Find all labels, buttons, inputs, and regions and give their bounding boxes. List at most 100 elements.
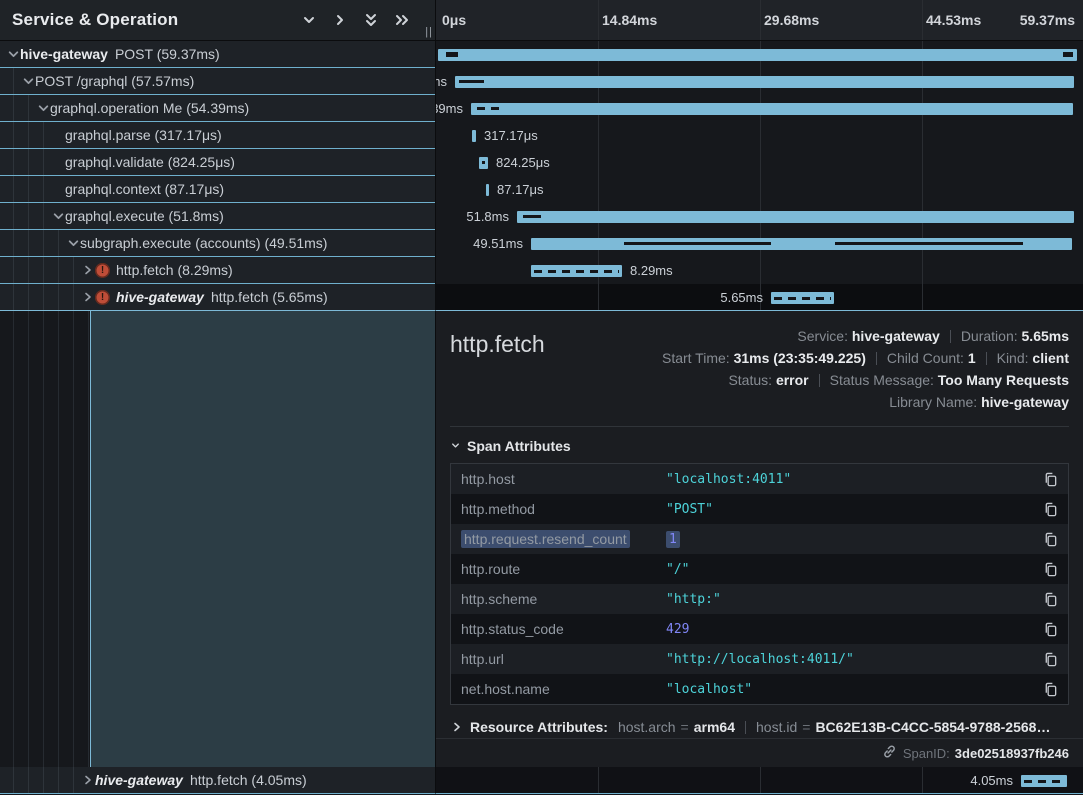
copy-icon[interactable] — [1038, 532, 1058, 547]
panel-resize-handle[interactable]: || — [425, 26, 433, 38]
span-name-cell[interactable]: graphql.operation Me (54.39ms) — [0, 95, 435, 122]
span-bar[interactable] — [471, 103, 1073, 115]
indent-guides — [0, 122, 51, 148]
span-name-cell[interactable]: graphql.parse (317.17μs) — [0, 122, 435, 149]
attribute-row[interactable]: http.method"POST" — [451, 494, 1068, 524]
copy-icon[interactable] — [1038, 562, 1058, 577]
span-bar[interactable] — [472, 130, 476, 142]
span-name-cell[interactable]: graphql.context (87.17μs) — [0, 176, 435, 203]
resource-value: BC62E13B-C4CC-5854-9788-2568… — [815, 719, 1050, 735]
resource-key: host.id — [756, 719, 797, 735]
chevron-down-icon[interactable] — [66, 238, 80, 249]
axis-gridline — [760, 0, 761, 40]
span-bar[interactable] — [438, 49, 1077, 61]
span-row[interactable]: !hive-gatewayhttp.fetch (5.65ms)5.65ms — [0, 284, 1083, 311]
copy-icon[interactable] — [1038, 472, 1058, 487]
attribute-row[interactable]: http.route"/" — [451, 554, 1068, 584]
attribute-row[interactable]: net.host.name"localhost" — [451, 674, 1068, 704]
span-timeline-cell[interactable]: 317.17μs — [435, 122, 1083, 149]
span-timeline-cell[interactable]: 8.29ms — [435, 257, 1083, 284]
service-name: hive-gateway — [20, 46, 108, 62]
span-bar[interactable] — [517, 211, 1074, 223]
span-row[interactable]: hive-gatewayhttp.fetch (4.05ms) 4.05ms — [0, 767, 1083, 794]
meta-value: 31ms (23:35:49.225) — [734, 350, 866, 366]
span-label: graphql.operation Me (54.39ms) — [50, 100, 249, 116]
span-row[interactable]: POST /graphql (57.57ms)57.57ms — [0, 68, 1083, 95]
attribute-value: "http://localhost:4011/" — [666, 652, 1038, 667]
span-row[interactable]: graphql.validate (824.25μs)824.25μs — [0, 149, 1083, 176]
copy-icon[interactable] — [1038, 652, 1058, 667]
span-timeline-cell[interactable]: 54.39ms — [435, 95, 1083, 122]
span-timeline-cell[interactable]: 87.17μs — [435, 176, 1083, 203]
span-row[interactable]: graphql.operation Me (54.39ms) 54.39ms — [0, 95, 1083, 122]
span-name-cell[interactable]: graphql.validate (824.25μs) — [0, 149, 435, 176]
resource-attributes-label[interactable]: Resource Attributes: — [470, 719, 608, 735]
span-timeline-cell[interactable]: 49.51ms — [435, 230, 1083, 257]
chevron-down-icon[interactable] — [21, 76, 35, 87]
copy-icon[interactable] — [1038, 682, 1058, 697]
meta-value: error — [776, 372, 809, 388]
meta-separator — [950, 330, 951, 343]
timeline-gridline — [598, 176, 599, 203]
span-row[interactable]: hive-gatewayPOST (59.37ms)59.37ms — [0, 41, 1083, 68]
link-icon[interactable] — [882, 744, 903, 762]
axis-tick-label: 44.53ms — [926, 0, 981, 40]
chevron-right-icon[interactable] — [450, 722, 464, 732]
span-row[interactable]: graphql.context (87.17μs)87.17μs — [0, 176, 1083, 203]
attribute-row[interactable]: http.url"http://localhost:4011/" — [451, 644, 1068, 674]
span-name-cell[interactable]: !hive-gatewayhttp.fetch (5.65ms) — [0, 284, 435, 311]
span-name-cell[interactable]: hive-gatewayhttp.fetch (4.05ms) — [0, 767, 435, 794]
span-name-cell[interactable]: !http.fetch (8.29ms) — [0, 257, 435, 284]
chevron-right-icon[interactable] — [81, 292, 95, 302]
span-row[interactable]: !http.fetch (8.29ms)8.29ms — [0, 257, 1083, 284]
copy-icon[interactable] — [1038, 592, 1058, 607]
attribute-row[interactable]: http.request.resend_count1 — [451, 524, 1068, 554]
chevron-right-icon[interactable] — [81, 775, 95, 785]
equals-sign: = — [681, 719, 689, 735]
chevron-right-icon[interactable] — [81, 265, 95, 275]
span-row[interactable]: graphql.parse (317.17μs)317.17μs — [0, 122, 1083, 149]
chevron-right-icon[interactable] — [331, 11, 349, 29]
span-timeline-cell[interactable]: 51.8ms — [435, 203, 1083, 230]
span-name-cell[interactable]: POST /graphql (57.57ms) — [0, 68, 435, 95]
span-name-cell[interactable]: hive-gatewayPOST (59.37ms) — [0, 41, 435, 68]
span-timeline-cell[interactable]: 57.57ms — [435, 68, 1083, 95]
chevron-down-icon[interactable] — [6, 49, 20, 60]
span-bar[interactable] — [486, 184, 489, 196]
span-name-cell[interactable]: subgraph.execute (accounts) (49.51ms) — [0, 230, 435, 257]
chevron-down-icon[interactable] — [300, 11, 318, 29]
timeline-gridline — [922, 122, 923, 149]
service-name: hive-gateway — [116, 289, 204, 305]
resource-value: arm64 — [694, 719, 735, 735]
axis-tick-label: 0μs — [442, 0, 466, 40]
attribute-row[interactable]: http.host"localhost:4011" — [451, 464, 1068, 494]
span-attributes-toggle[interactable]: Span Attributes — [450, 438, 1069, 454]
detail-meta-line: Library Name: hive-gateway — [662, 391, 1069, 413]
attribute-row[interactable]: http.status_code429 — [451, 614, 1068, 644]
span-row[interactable]: subgraph.execute (accounts) (49.51ms)49.… — [0, 230, 1083, 257]
attribute-key: http.url — [461, 651, 666, 667]
copy-icon[interactable] — [1038, 502, 1058, 517]
span-bar-marker — [835, 242, 1023, 245]
chevron-down-icon[interactable] — [36, 103, 50, 114]
timeline-axis: 0μs14.84ms29.68ms44.53ms59.37ms — [435, 0, 1083, 41]
span-name-cell[interactable]: graphql.execute (51.8ms) — [0, 203, 435, 230]
copy-icon[interactable] — [1038, 622, 1058, 637]
span-timeline-cell[interactable]: 5.65ms — [435, 284, 1083, 311]
attribute-row[interactable]: http.scheme"http:" — [451, 584, 1068, 614]
double-chevron-down-icon[interactable] — [362, 11, 380, 29]
span-row[interactable]: graphql.execute (51.8ms)51.8ms — [0, 203, 1083, 230]
span-duration-label: 4.05ms — [970, 767, 1013, 794]
double-chevron-right-icon[interactable] — [393, 11, 411, 29]
span-timeline-cell[interactable]: 4.05ms — [435, 767, 1083, 794]
error-icon: ! — [95, 290, 110, 305]
span-bar-marker — [477, 107, 485, 110]
span-timeline-cell[interactable]: 59.37ms — [435, 41, 1083, 68]
detail-meta-line: Service: hive-gatewayDuration: 5.65ms — [662, 325, 1069, 347]
span-duration-label: 57.57ms — [435, 68, 447, 95]
timeline-gridline — [598, 767, 599, 793]
span-bar-marker — [491, 107, 499, 110]
chevron-down-icon[interactable] — [51, 211, 65, 222]
span-timeline-cell[interactable]: 824.25μs — [435, 149, 1083, 176]
span-bar[interactable] — [455, 76, 1074, 88]
